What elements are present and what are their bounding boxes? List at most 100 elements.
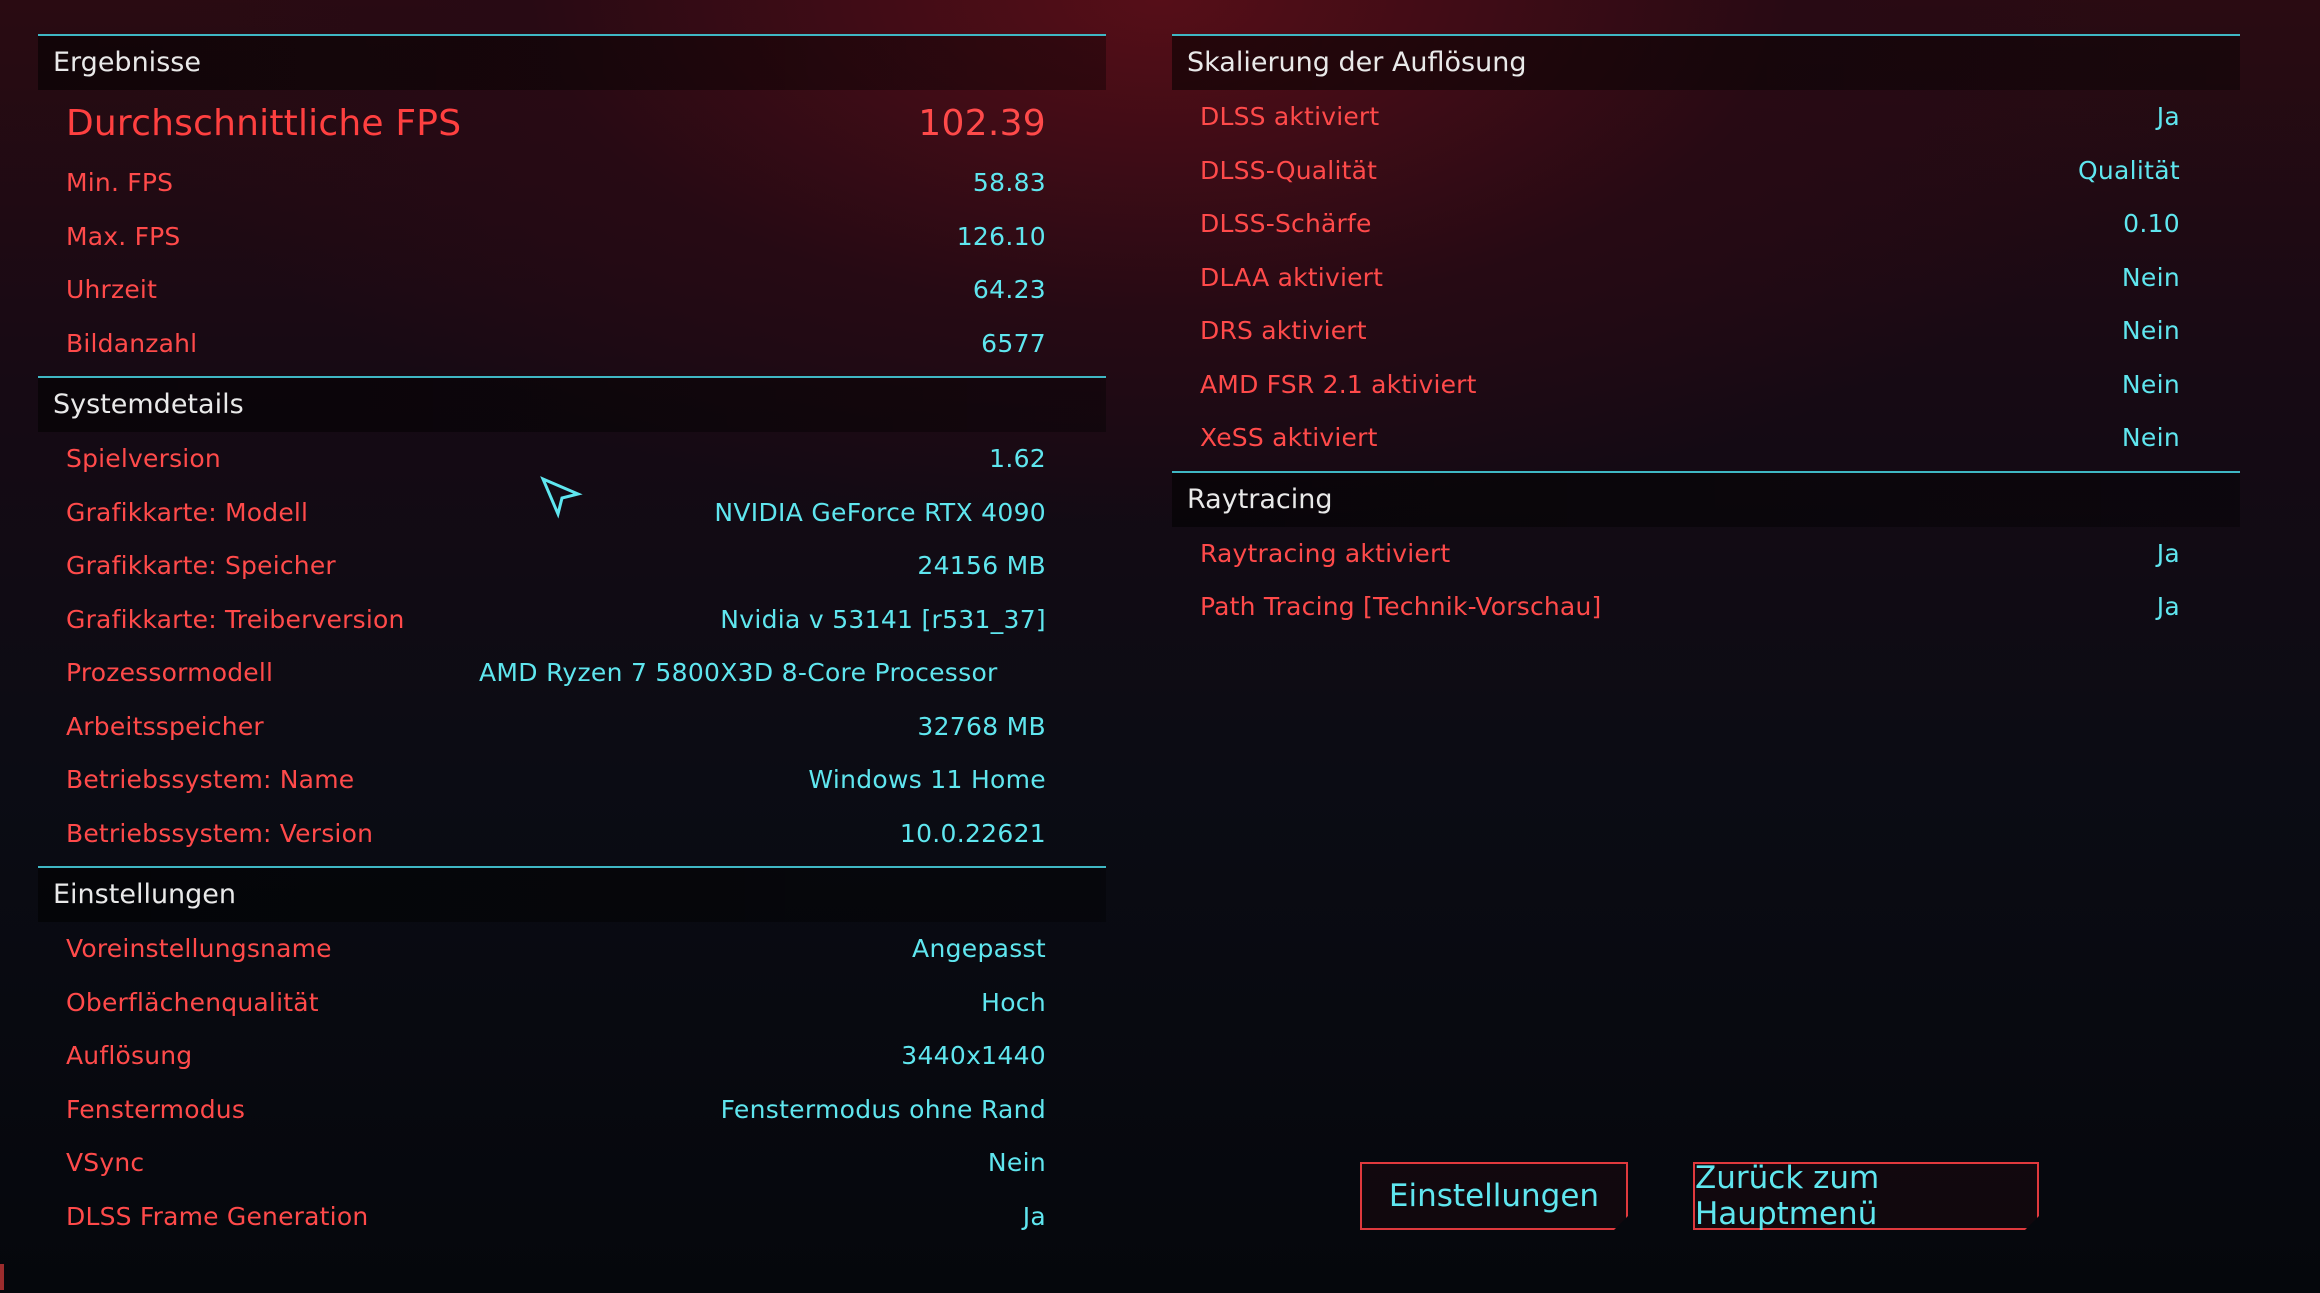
raytracing-rows: Raytracing aktiviert Ja Path Tracing [Te… bbox=[1172, 527, 2240, 640]
table-row: Fenstermodus Fenstermodus ohne Rand bbox=[38, 1083, 1106, 1137]
table-row: DLSS-Qualität Qualität bbox=[1172, 144, 2240, 198]
table-row: Betriebssystem: Version 10.0.22621 bbox=[38, 807, 1106, 861]
settings-header: Einstellungen bbox=[38, 868, 1106, 922]
row-value: NVIDIA GeForce RTX 4090 bbox=[714, 497, 1046, 527]
table-row: DLSS Frame Generation Ja bbox=[38, 1190, 1106, 1244]
avg-fps-value: 102.39 bbox=[918, 102, 1046, 144]
table-row: Arbeitsspeicher 32768 MB bbox=[38, 700, 1106, 754]
table-row: VSync Nein bbox=[38, 1136, 1106, 1190]
row-label: Max. FPS bbox=[66, 221, 181, 251]
scaling-rows: DLSS aktiviert Ja DLSS-Qualität Qualität… bbox=[1172, 90, 2240, 471]
right-panel: Skalierung der Auflösung DLSS aktiviert … bbox=[1172, 34, 2240, 640]
table-row: Path Tracing [Technik-Vorschau] Ja bbox=[1172, 580, 2240, 634]
frame-count-row: Bildanzahl 6577 bbox=[38, 317, 1106, 371]
row-label: Raytracing aktiviert bbox=[1200, 538, 1451, 568]
row-label: Bildanzahl bbox=[66, 328, 198, 358]
table-row: Betriebssystem: Name Windows 11 Home bbox=[38, 753, 1106, 807]
row-value: 58.83 bbox=[972, 168, 1046, 198]
row-label: VSync bbox=[66, 1148, 145, 1178]
row-value: Nein bbox=[2121, 316, 2180, 346]
table-row: Auflösung 3440x1440 bbox=[38, 1029, 1106, 1083]
row-label: Prozessormodell bbox=[66, 658, 274, 688]
table-row: Raytracing aktiviert Ja bbox=[1172, 527, 2240, 581]
row-label: Betriebssystem: Name bbox=[66, 765, 355, 795]
row-value: 32768 MB bbox=[917, 711, 1046, 741]
row-value: Nein bbox=[2121, 262, 2180, 292]
row-value: 126.10 bbox=[956, 221, 1046, 251]
system-section: Systemdetails Spielversion 1.62 Grafikka… bbox=[38, 376, 1106, 866]
results-section: Ergebnisse Durchschnittliche FPS 102.39 … bbox=[38, 34, 1106, 376]
row-value: 10.0.22621 bbox=[899, 818, 1046, 848]
row-label: Grafikkarte: Modell bbox=[66, 497, 309, 527]
system-header: Systemdetails bbox=[38, 378, 1106, 432]
scaling-header: Skalierung der Auflösung bbox=[1172, 36, 2240, 90]
row-value: 3440x1440 bbox=[901, 1041, 1046, 1071]
row-value: Nein bbox=[987, 1148, 1046, 1178]
row-value: Qualität bbox=[2077, 155, 2180, 185]
min-fps-row: Min. FPS 58.83 bbox=[38, 156, 1106, 210]
row-value: Angepasst bbox=[912, 934, 1046, 964]
scaling-section: Skalierung der Auflösung DLSS aktiviert … bbox=[1172, 34, 2240, 471]
row-label: DLSS-Qualität bbox=[1200, 155, 1378, 185]
row-label: Spielversion bbox=[66, 444, 221, 474]
table-row: AMD FSR 2.1 aktiviert Nein bbox=[1172, 358, 2240, 412]
row-value: AMD Ryzen 7 5800X3D 8-Core Processor bbox=[479, 658, 998, 688]
row-label: Arbeitsspeicher bbox=[66, 711, 264, 741]
table-row: Oberflächenqualität Hoch bbox=[38, 976, 1106, 1030]
mouse-cursor-icon bbox=[540, 476, 583, 519]
row-value: Windows 11 Home bbox=[808, 765, 1046, 795]
max-fps-row: Max. FPS 126.10 bbox=[38, 210, 1106, 264]
left-panel: Ergebnisse Durchschnittliche FPS 102.39 … bbox=[38, 34, 1106, 1249]
footer-decoration bbox=[0, 1264, 4, 1290]
row-label: DLAA aktiviert bbox=[1200, 262, 1384, 292]
row-value: Nein bbox=[2121, 369, 2180, 399]
settings-rows: Voreinstellungsname Angepasst Oberfläche… bbox=[38, 922, 1106, 1249]
avg-fps-row: Durchschnittliche FPS 102.39 bbox=[38, 90, 1106, 156]
row-label: Betriebssystem: Version bbox=[66, 818, 374, 848]
row-value: 0.10 bbox=[2123, 209, 2180, 239]
time-row: Uhrzeit 64.23 bbox=[38, 263, 1106, 317]
table-row: DLAA aktiviert Nein bbox=[1172, 251, 2240, 305]
table-row: DRS aktiviert Nein bbox=[1172, 304, 2240, 358]
back-to-main-menu-button[interactable]: Zurück zum Hauptmenü bbox=[1693, 1162, 2039, 1230]
results-header: Ergebnisse bbox=[38, 36, 1106, 90]
raytracing-header: Raytracing bbox=[1172, 472, 2240, 527]
table-row: DLSS aktiviert Ja bbox=[1172, 90, 2240, 144]
row-value: Fenstermodus ohne Rand bbox=[720, 1094, 1046, 1124]
raytracing-section: Raytracing Raytracing aktiviert Ja Path … bbox=[1172, 470, 2240, 640]
row-label: Voreinstellungsname bbox=[66, 934, 332, 964]
row-value: Nein bbox=[2121, 423, 2180, 453]
table-row: Prozessormodell AMD Ryzen 7 5800X3D 8-Co… bbox=[38, 646, 1106, 700]
row-label: AMD FSR 2.1 aktiviert bbox=[1200, 369, 1477, 399]
row-label: Oberflächenqualität bbox=[66, 987, 319, 1017]
row-label: Min. FPS bbox=[66, 168, 174, 198]
avg-fps-label: Durchschnittliche FPS bbox=[66, 102, 462, 144]
settings-button[interactable]: Einstellungen bbox=[1360, 1162, 1628, 1230]
row-value: Ja bbox=[2156, 538, 2180, 568]
row-label: Path Tracing [Technik-Vorschau] bbox=[1200, 592, 1602, 622]
settings-section: Einstellungen Voreinstellungsname Angepa… bbox=[38, 866, 1106, 1249]
table-row: Voreinstellungsname Angepasst bbox=[38, 922, 1106, 976]
row-label: Grafikkarte: Speicher bbox=[66, 551, 336, 581]
row-value: 1.62 bbox=[989, 444, 1046, 474]
row-label: Fenstermodus bbox=[66, 1094, 246, 1124]
row-label: Grafikkarte: Treiberversion bbox=[66, 604, 405, 634]
row-label: DLSS Frame Generation bbox=[66, 1201, 369, 1231]
row-label: Uhrzeit bbox=[66, 275, 158, 305]
row-value: Hoch bbox=[981, 987, 1046, 1017]
results-rows: Durchschnittliche FPS 102.39 Min. FPS 58… bbox=[38, 90, 1106, 376]
row-value: Ja bbox=[1022, 1201, 1046, 1231]
row-label: DLSS aktiviert bbox=[1200, 102, 1380, 132]
row-value: 64.23 bbox=[972, 275, 1046, 305]
row-value: Ja bbox=[2156, 102, 2180, 132]
row-label: Auflösung bbox=[66, 1041, 193, 1071]
row-label: DLSS-Schärfe bbox=[1200, 209, 1372, 239]
table-row: DLSS-Schärfe 0.10 bbox=[1172, 197, 2240, 251]
row-value: Nvidia v 53141 [r531_37] bbox=[720, 604, 1046, 634]
table-row: XeSS aktiviert Nein bbox=[1172, 411, 2240, 465]
row-value: Ja bbox=[2156, 592, 2180, 622]
row-value: 24156 MB bbox=[917, 551, 1046, 581]
row-label: XeSS aktiviert bbox=[1200, 423, 1378, 453]
row-label: DRS aktiviert bbox=[1200, 316, 1367, 346]
row-value: 6577 bbox=[981, 328, 1046, 358]
